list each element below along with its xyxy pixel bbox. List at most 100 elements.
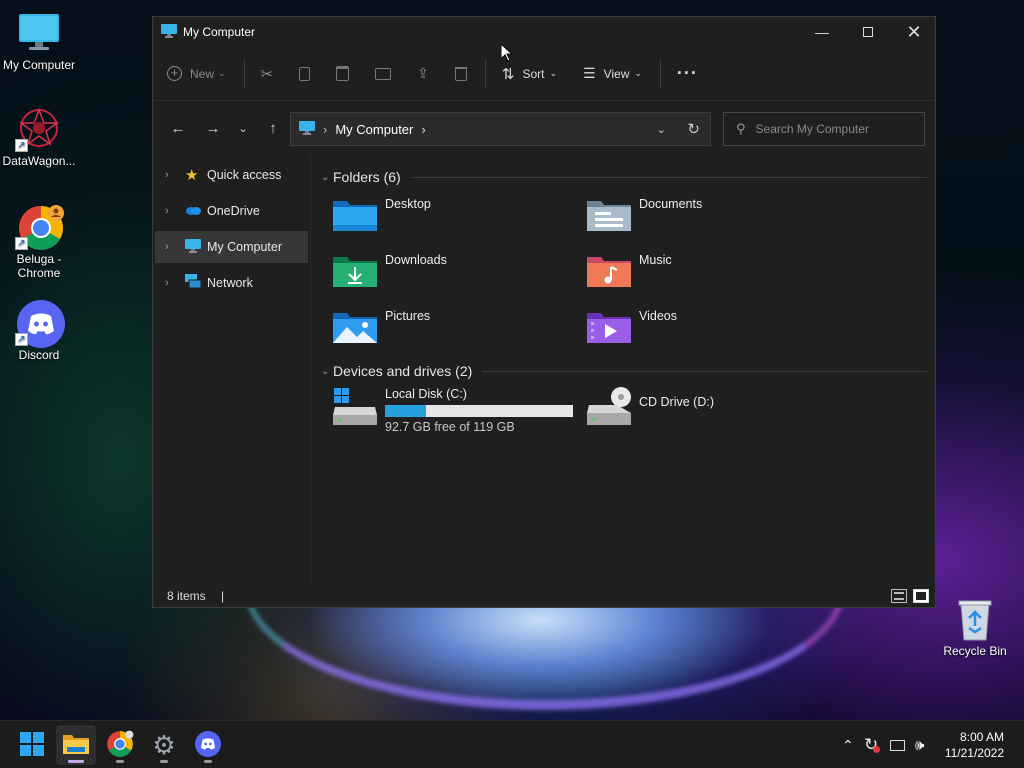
desktop-icon-recycle-bin[interactable]: Recycle Bin (937, 596, 1013, 658)
desktop-icon-my-computer[interactable]: My Computer (1, 10, 77, 72)
drive-usage-fill (385, 405, 427, 417)
documents-folder-icon (587, 197, 631, 233)
maximize-icon (863, 27, 873, 37)
taskbar-settings[interactable]: ⚙ (144, 725, 184, 765)
chevron-down-icon: ⌄ (321, 171, 330, 183)
more-options-button[interactable]: ··· (677, 63, 698, 84)
content-pane: ⌄ Folders (6) Desktop Documents Download… (313, 157, 933, 587)
settings-icon: ⚙ (152, 729, 176, 760)
chevron-down-icon: ⌄ (549, 68, 558, 78)
chevron-right-icon[interactable]: › (165, 241, 185, 253)
minimize-button[interactable]: — (799, 17, 845, 47)
folder-music[interactable]: Music (587, 253, 672, 289)
volume-button[interactable]: 🕪 (915, 721, 924, 768)
breadcrumb-chevron-icon[interactable]: › (421, 122, 425, 137)
desktop-icon-datawagon[interactable]: ↗ DataWagon... (1, 106, 77, 168)
close-button[interactable]: ✕ (891, 17, 937, 47)
maximize-button[interactable] (845, 17, 891, 47)
folder-label: Documents (639, 197, 703, 211)
navigation-pane: › ★ Quick access › OneDrive › My Compute… (153, 155, 311, 585)
drives-group-title: Devices and drives (2) (333, 363, 473, 379)
large-icons-view-button[interactable] (913, 589, 929, 603)
desktop-icon-label: Recycle Bin (943, 644, 1007, 658)
drive-label: CD Drive (D:) (639, 395, 714, 409)
recent-locations-button[interactable]: ⌄ (228, 122, 258, 135)
windows-logo-icon (20, 731, 44, 759)
delete-button[interactable] (454, 66, 467, 81)
desktop-icon-discord[interactable]: ↗ Discord (1, 300, 77, 362)
start-button[interactable] (12, 725, 52, 765)
address-bar[interactable]: › My Computer › ⌄ ↻ (290, 112, 711, 146)
show-hidden-icons-button[interactable]: ⌃ (842, 721, 854, 768)
folder-label: Pictures (385, 309, 431, 323)
breadcrumb-my-computer[interactable]: My Computer (335, 122, 413, 137)
address-dropdown-button[interactable]: ⌄ (657, 123, 666, 136)
system-clock[interactable]: 8:00 AM 11/21/2022 (945, 729, 1004, 761)
sidebar-item-quick-access[interactable]: › ★ Quick access (155, 159, 308, 191)
sync-error-icon: ↻ (864, 735, 881, 754)
file-explorer-icon (63, 733, 89, 758)
monitor-icon (185, 238, 207, 256)
chevron-up-icon: ⌃ (842, 736, 854, 753)
breadcrumb-separator-icon: › (323, 121, 328, 137)
star-icon: ★ (185, 167, 199, 184)
cut-button[interactable]: ✂ (261, 65, 274, 83)
chevron-down-icon: ⌄ (634, 68, 642, 78)
forward-button[interactable]: → (198, 120, 228, 137)
search-box[interactable]: ⚲ Search My Computer (723, 112, 925, 146)
desktop-icon-label: Beluga - Chrome (16, 252, 62, 280)
folder-label: Desktop (385, 197, 431, 211)
taskbar-file-explorer[interactable] (56, 725, 96, 765)
drive-info: Local Disk (C:) 92.7 GB free of 119 GB (385, 387, 573, 434)
sidebar-item-my-computer[interactable]: › My Computer (155, 231, 308, 263)
discord-icon: ↗ (15, 300, 65, 348)
share-button[interactable]: ⇪ (417, 65, 429, 82)
toolbar-separator (484, 58, 486, 89)
new-button[interactable]: + New ⌄ (167, 66, 226, 81)
shortcut-arrow-icon: ↗ (15, 237, 28, 250)
monitor-icon (161, 23, 177, 41)
network-status-button[interactable] (890, 721, 905, 768)
group-divider (482, 370, 927, 372)
mouse-pointer-icon (500, 42, 514, 65)
taskbar-discord[interactable] (188, 725, 228, 765)
status-bar: 8 items | (167, 589, 224, 603)
folder-videos[interactable]: Videos (587, 309, 677, 345)
copy-button[interactable] (299, 66, 311, 81)
chevron-right-icon[interactable]: › (165, 205, 185, 217)
details-view-button[interactable] (891, 589, 907, 603)
drives-group-header[interactable]: ⌄ Devices and drives (2) (313, 359, 933, 383)
sidebar-item-onedrive[interactable]: › OneDrive (155, 195, 308, 227)
paste-button[interactable] (336, 66, 350, 81)
desktop-icon-beluga-chrome[interactable]: ↗ Beluga - Chrome (1, 204, 77, 280)
taskbar-chrome[interactable] (100, 725, 140, 765)
sort-button[interactable]: ⇅ Sort ⌄ (502, 65, 557, 83)
back-button[interactable]: ← (163, 120, 193, 137)
chevron-right-icon[interactable]: › (165, 277, 185, 289)
videos-folder-icon (587, 309, 631, 345)
view-button[interactable]: ☰ View ⌄ (583, 65, 642, 82)
drive-cd-d[interactable]: CD Drive (D:) (587, 387, 714, 427)
sidebar-item-network[interactable]: › Network (155, 267, 308, 299)
folders-group-header[interactable]: ⌄ Folders (6) (313, 165, 933, 189)
folder-pictures[interactable]: Pictures (333, 309, 430, 345)
chevron-right-icon[interactable]: › (165, 169, 185, 181)
folder-desktop[interactable]: Desktop (333, 197, 431, 233)
sync-status-button[interactable]: ↻ (864, 721, 881, 768)
folder-downloads[interactable]: Downloads (333, 253, 447, 289)
folder-documents[interactable]: Documents (587, 197, 702, 233)
drive-local-disk-c[interactable]: Local Disk (C:) 92.7 GB free of 119 GB (333, 387, 573, 434)
sort-button-label: Sort (522, 66, 545, 81)
taskbar: ⚙ ⌃ ↻ 🕪 8:00 AM 11/21/2022 (0, 720, 1024, 768)
chevron-down-icon: ⌄ (238, 122, 248, 135)
monitor-icon (17, 10, 61, 54)
arrow-right-icon: → (205, 119, 221, 137)
shortcut-arrow-icon: ↗ (15, 139, 28, 152)
desktop-icon-label: DataWagon... (2, 154, 76, 168)
desktop-icon-label: Discord (18, 348, 60, 362)
up-button[interactable]: ↑ (258, 120, 288, 137)
item-count: 8 items (167, 589, 206, 603)
refresh-button[interactable]: ↻ (687, 120, 700, 138)
rename-button[interactable] (375, 67, 392, 80)
hard-drive-windows-icon (333, 387, 377, 427)
